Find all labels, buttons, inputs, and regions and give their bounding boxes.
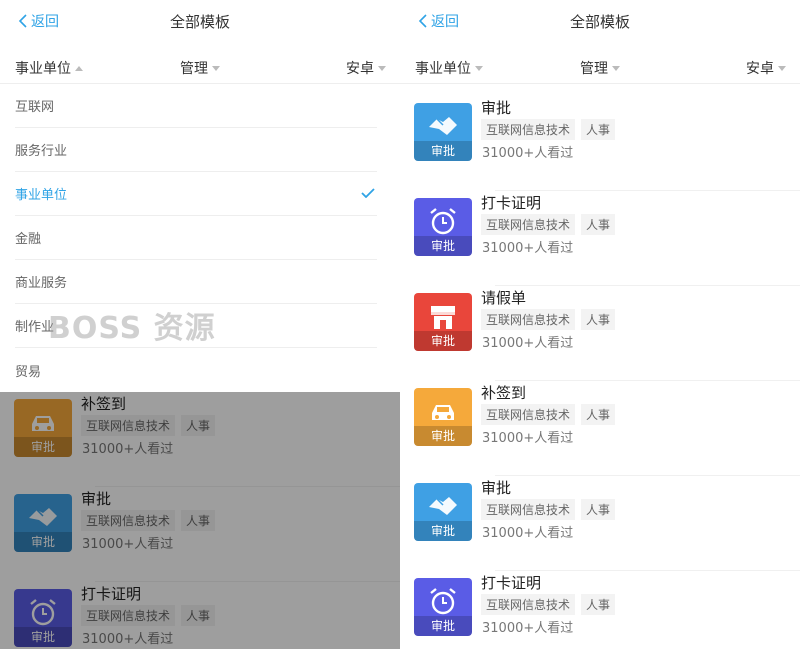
industry-tag: 互联网信息技术 xyxy=(481,404,576,425)
handshake-icon xyxy=(429,497,457,515)
alarm-clock-icon xyxy=(430,588,456,615)
approval-badge-label: 审批 xyxy=(430,619,455,633)
template-tags: 互联网信息技术 人事 xyxy=(481,594,616,615)
template-item[interactable]: 审批 打卡证明互联网信息技术 人事 31000+人看过 xyxy=(400,571,800,649)
left-screen: 返回 全部模板 事业单位 管理 安卓 审批 补签到 互联网信息技术 人事 31000+人… xyxy=(0,0,400,649)
nav-header: 返回 全部模板 xyxy=(400,0,800,42)
platform-filter[interactable]: 安卓 xyxy=(346,58,386,78)
caret-down-icon xyxy=(475,65,483,71)
dim-overlay[interactable] xyxy=(0,392,400,649)
platform-filter[interactable]: 安卓 xyxy=(746,58,786,78)
view-count: 31000+人看过 xyxy=(482,431,574,446)
storefront-icon xyxy=(431,306,455,329)
category-tag: 人事 xyxy=(581,119,616,140)
handshake-icon xyxy=(429,117,457,135)
category-tag: 人事 xyxy=(581,214,616,235)
right-screen: 返回 全部模板 事业单位 管理 安卓 审批 审批 互联网信息技术 人事 31000+人看… xyxy=(400,0,800,649)
page-title: 全部模板 xyxy=(169,13,230,31)
dropdown-option[interactable]: 商业服务 xyxy=(15,260,377,304)
approval-badge-label: 审批 xyxy=(430,144,455,158)
template-name: 打卡证明 xyxy=(481,194,542,212)
template-name: 打卡证明 xyxy=(481,574,542,592)
template-item[interactable]: 审批 打卡证明互联网信息技术 人事 31000+人看过 xyxy=(400,191,800,286)
dropdown-option[interactable]: 互联网 xyxy=(15,84,377,128)
template-item[interactable]: 审批 补签到互联网信息技术 人事 31000+人看过 xyxy=(400,381,800,476)
category-tag: 人事 xyxy=(581,499,616,520)
page-title: 全部模板 xyxy=(569,13,630,31)
template-tags: 互联网信息技术 人事 xyxy=(481,309,616,330)
template-item[interactable]: 审批 请假单互联网信息技术 人事 31000+人看过 xyxy=(400,286,800,381)
dropdown-option-label: 事业单位 xyxy=(15,188,68,203)
template-tags: 互联网信息技术 人事 xyxy=(481,404,616,425)
dropdown-option-label: 互联网 xyxy=(15,100,55,115)
caret-down-icon xyxy=(778,65,786,71)
filter-bar: 事业单位 管理 安卓 xyxy=(400,50,800,84)
checkmark-icon xyxy=(361,188,375,198)
manage-filter[interactable]: 管理 xyxy=(180,58,220,78)
view-count: 31000+人看过 xyxy=(482,241,574,256)
industry-filter[interactable]: 事业单位 xyxy=(415,58,483,78)
industry-filter[interactable]: 事业单位 xyxy=(15,58,83,78)
industry-tag: 互联网信息技术 xyxy=(481,594,576,615)
manage-filter[interactable]: 管理 xyxy=(580,58,620,78)
template-icon: 审批 xyxy=(414,198,472,256)
alarm-clock-icon xyxy=(430,208,456,235)
category-tag: 人事 xyxy=(581,594,616,615)
platform-filter-label: 安卓 xyxy=(746,61,774,77)
template-icon: 审批 xyxy=(414,483,472,541)
template-icon: 审批 xyxy=(414,103,472,161)
industry-tag: 互联网信息技术 xyxy=(481,309,576,330)
template-tags: 互联网信息技术 人事 xyxy=(481,119,616,140)
dropdown-option-label: 商业服务 xyxy=(15,276,68,291)
industry-filter-label: 事业单位 xyxy=(415,61,471,77)
approval-badge-label: 审批 xyxy=(430,429,455,443)
dropdown-option[interactable]: 事业单位 xyxy=(15,172,377,216)
caret-down-icon xyxy=(378,65,386,71)
industry-filter-label: 事业单位 xyxy=(15,61,71,77)
template-icon: 审批 xyxy=(414,388,472,446)
template-tags: 互联网信息技术 人事 xyxy=(481,214,616,235)
caret-down-icon xyxy=(612,65,620,71)
car-icon xyxy=(432,405,454,420)
nav-header: 返回 全部模板 xyxy=(0,0,400,42)
template-item[interactable]: 审批 审批 互联网信息技术 人事 31000+人看过 xyxy=(400,476,800,571)
dropdown-option[interactable]: 服务行业 xyxy=(15,128,377,172)
dropdown-option-label: 贸易 xyxy=(15,364,42,380)
template-tags: 互联网信息技术 人事 xyxy=(481,499,616,520)
category-tag: 人事 xyxy=(581,309,616,330)
platform-filter-label: 安卓 xyxy=(346,61,374,77)
dropdown-option[interactable]: 贸易 xyxy=(15,348,377,392)
filter-bar: 事业单位 管理 安卓 xyxy=(0,50,400,84)
manage-filter-label: 管理 xyxy=(180,61,208,77)
template-name: 请假单 xyxy=(481,289,527,307)
dropdown-option[interactable]: 金融 xyxy=(15,216,377,260)
template-name: 补签到 xyxy=(481,384,527,402)
manage-filter-label: 管理 xyxy=(580,61,608,77)
industry-tag: 互联网信息技术 xyxy=(481,119,576,140)
template-item[interactable]: 审批 审批 互联网信息技术 人事 31000+人看过 xyxy=(400,96,800,191)
caret-up-icon xyxy=(75,65,83,71)
industry-tag: 互联网信息技术 xyxy=(481,214,576,235)
template-icon: 审批 xyxy=(414,578,472,636)
approval-badge-label: 审批 xyxy=(430,239,455,253)
template-name: 审批 xyxy=(481,99,512,117)
view-count: 31000+人看过 xyxy=(482,526,574,541)
watermark: BOSS 资源 xyxy=(48,311,216,346)
view-count: 31000+人看过 xyxy=(482,621,574,636)
dropdown-option-label: 服务行业 xyxy=(15,144,68,159)
category-tag: 人事 xyxy=(581,404,616,425)
approval-badge-label: 审批 xyxy=(430,524,455,538)
view-count: 31000+人看过 xyxy=(482,146,574,161)
dropdown-option-label: 金融 xyxy=(15,232,42,247)
template-icon: 审批 xyxy=(414,293,472,351)
caret-down-icon xyxy=(212,65,220,71)
approval-badge-label: 审批 xyxy=(430,334,455,348)
template-name: 审批 xyxy=(481,479,512,497)
view-count: 31000+人看过 xyxy=(482,336,574,351)
industry-tag: 互联网信息技术 xyxy=(481,499,576,520)
